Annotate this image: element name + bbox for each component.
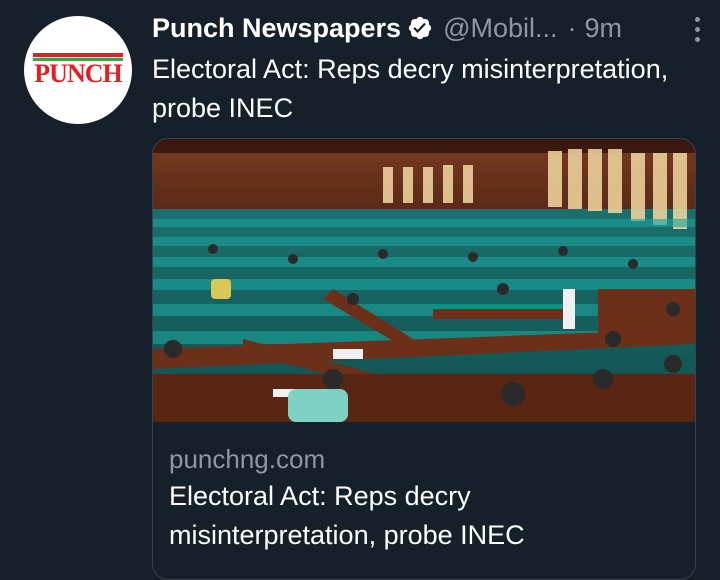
card-image[interactable]	[153, 139, 695, 422]
logo-stripe-red	[33, 53, 123, 57]
display-name[interactable]: Punch Newspapers	[152, 13, 401, 44]
verified-badge-icon	[408, 16, 432, 40]
tweet-header: Punch Newspapers @Mobil... · 9m	[152, 10, 702, 46]
card-domain[interactable]: punchng.com	[169, 444, 325, 475]
separator-dot: ·	[567, 12, 577, 43]
punch-logo: PUNCH	[33, 53, 123, 88]
user-handle[interactable]: @Mobil...	[443, 13, 557, 44]
tweet-text: Electoral Act: Reps decry misinterpretat…	[152, 54, 669, 123]
avatar[interactable]: PUNCH	[24, 16, 132, 124]
timestamp[interactable]: 9m	[585, 13, 623, 44]
more-options-icon[interactable]	[692, 14, 702, 44]
logo-text: PUNCH	[34, 59, 122, 88]
card-title[interactable]: Electoral Act: Reps decry misinterpretat…	[169, 477, 684, 555]
link-card[interactable]: punchng.com Electoral Act: Reps decry mi…	[152, 138, 696, 580]
